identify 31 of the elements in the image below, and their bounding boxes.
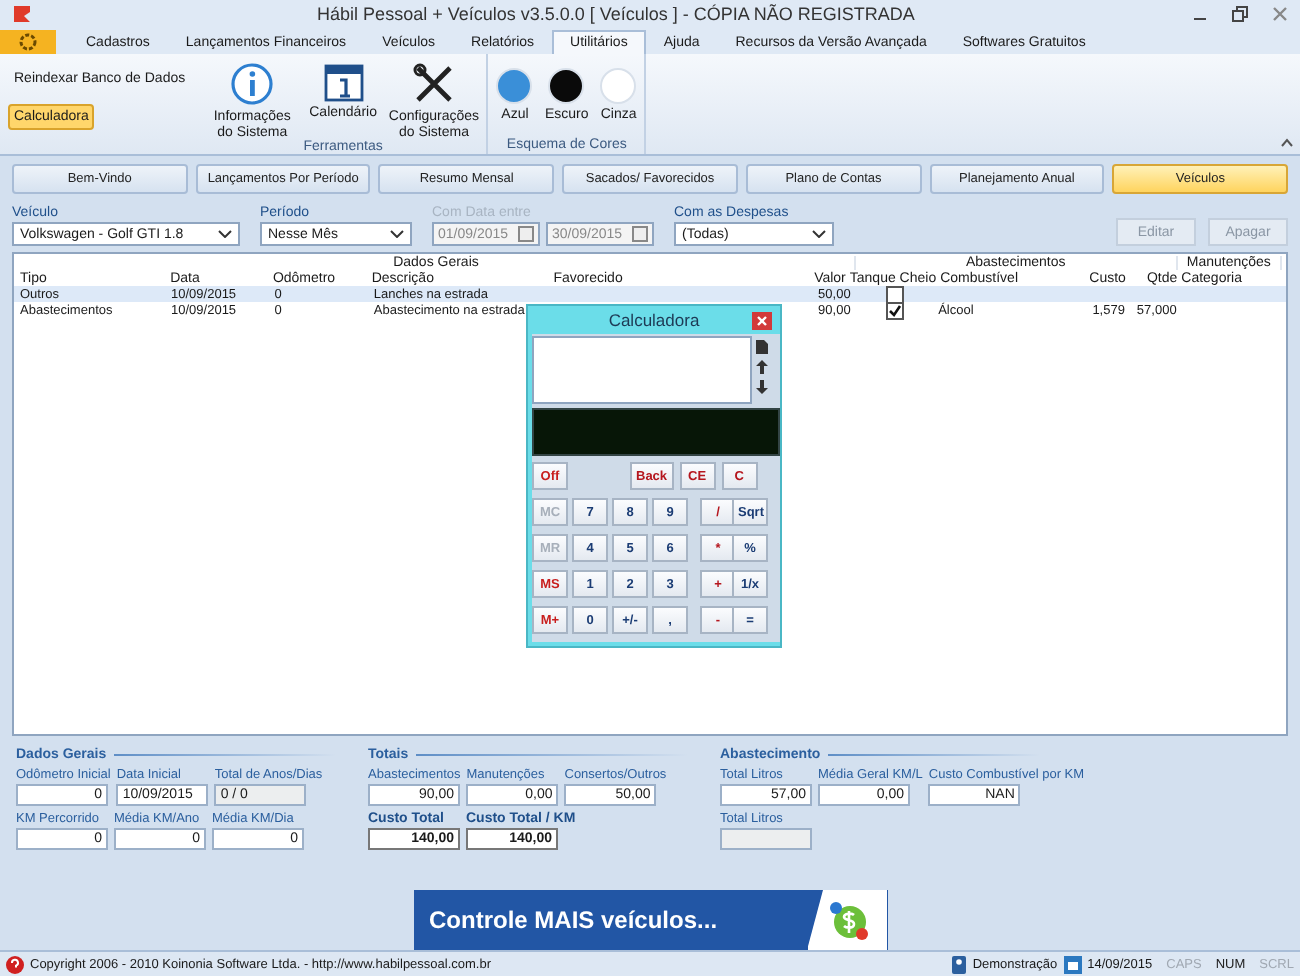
page-icon[interactable] xyxy=(756,340,768,354)
promo-banner[interactable]: Controle MAIS veículos... xyxy=(413,890,887,950)
calculator-title: Calculadora xyxy=(608,310,700,330)
calendar-icon xyxy=(1063,955,1082,973)
chevron-icon xyxy=(812,230,826,238)
chevron-icon xyxy=(390,230,404,238)
arrow-up-icon[interactable] xyxy=(756,360,768,374)
chevron-icon xyxy=(218,230,232,238)
color-swatch[interactable] xyxy=(548,68,585,104)
banner-text: Controle MAIS veículos... xyxy=(427,906,720,934)
close-icon[interactable] xyxy=(1272,6,1288,22)
user-icon xyxy=(952,955,967,973)
close-icon[interactable] xyxy=(752,312,772,330)
info-icon[interactable] xyxy=(230,62,275,106)
restore-icon[interactable] xyxy=(1232,6,1248,22)
color-swatch[interactable] xyxy=(600,68,637,104)
tools-icon[interactable] xyxy=(411,62,456,106)
input-field[interactable] xyxy=(720,828,812,850)
collapse-icon[interactable] xyxy=(1280,138,1294,148)
calendar-icon xyxy=(632,226,648,242)
color-swatch[interactable] xyxy=(496,68,533,104)
app-menu-button[interactable] xyxy=(0,30,56,54)
calendar-icon[interactable] xyxy=(323,62,364,102)
help-icon[interactable] xyxy=(6,955,24,973)
arrow-down-icon[interactable] xyxy=(756,380,768,394)
calendar-icon xyxy=(518,226,534,242)
checkbox[interactable] xyxy=(885,285,904,303)
gear-icon xyxy=(18,32,38,52)
money-icon xyxy=(825,898,869,942)
window-title: Hábil Pessoal + Veículos v3.5.0.0 [ Veículos ] - CÓPIA NÃO REGISTRADA xyxy=(315,4,917,24)
app-logo-icon xyxy=(12,4,32,24)
